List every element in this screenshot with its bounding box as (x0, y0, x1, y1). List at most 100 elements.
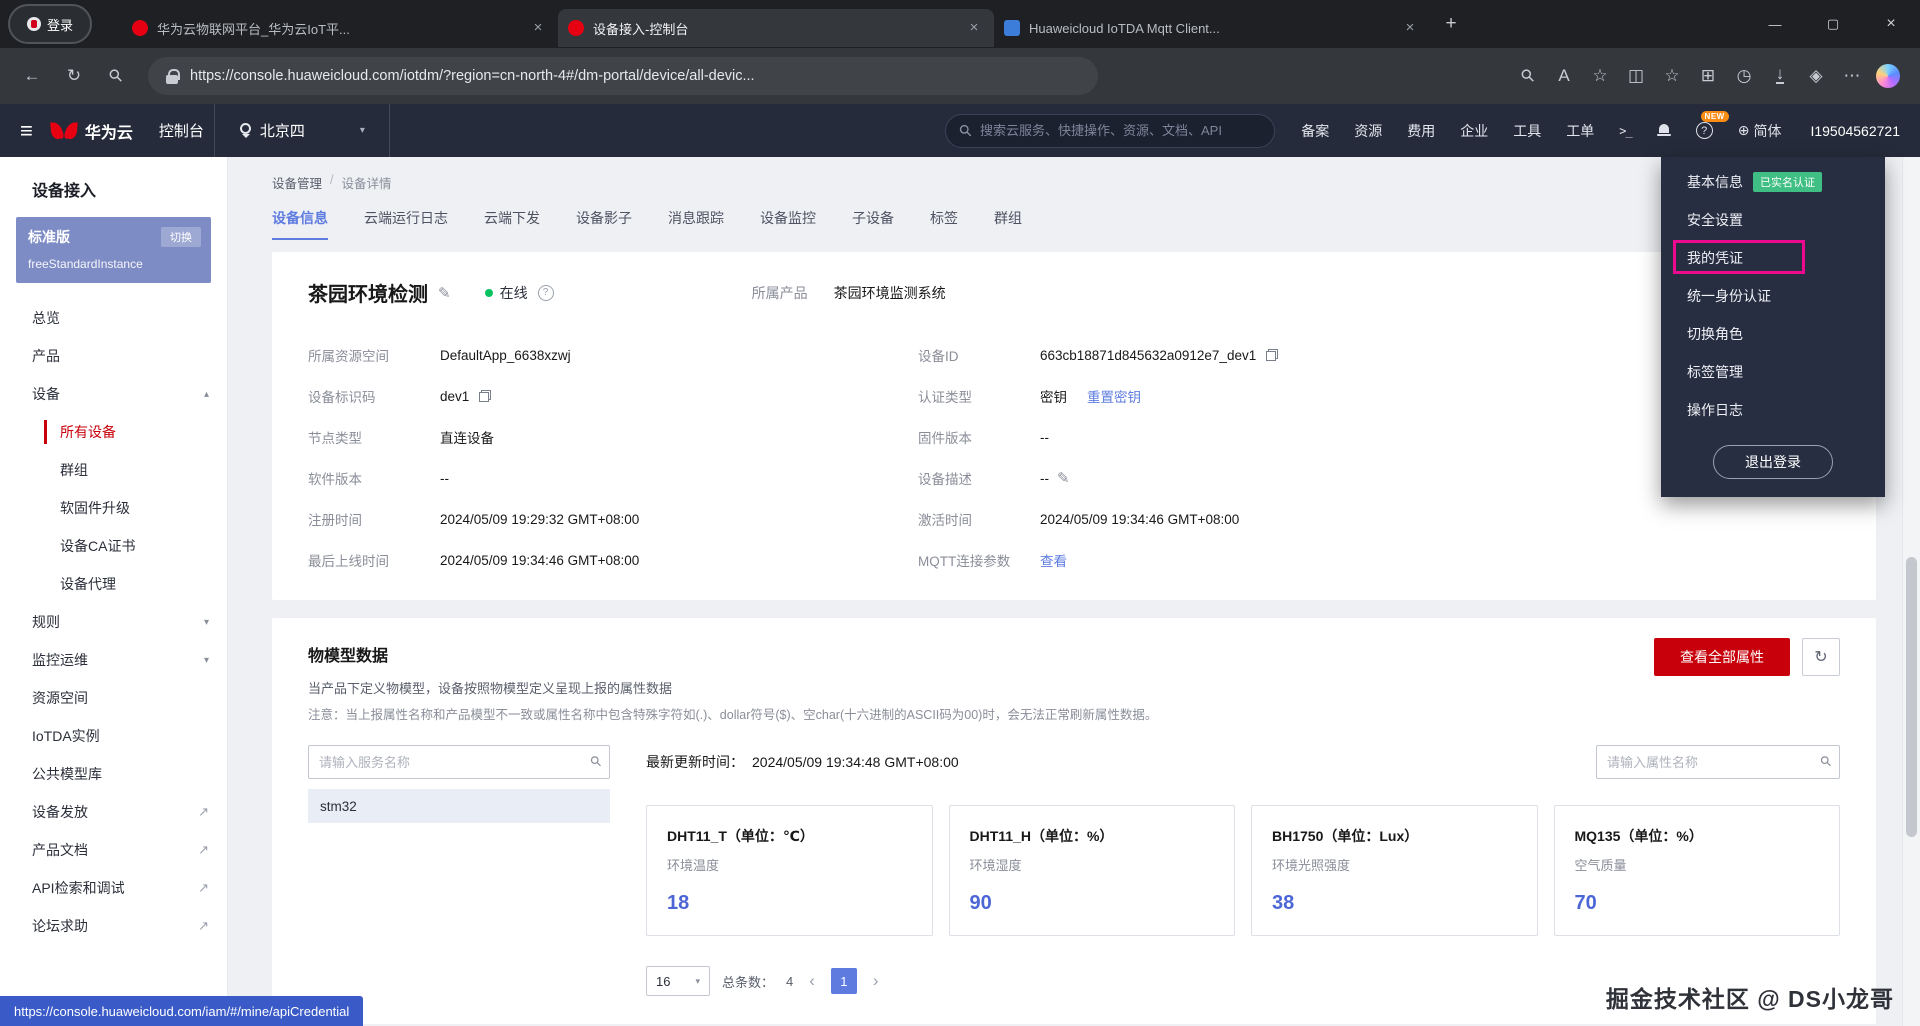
sidebar-item-all-devices[interactable]: 所有设备 (0, 413, 227, 451)
nav-beian[interactable]: 备案 (1301, 121, 1329, 141)
browser-essentials-icon[interactable]: ◈ (1798, 59, 1834, 93)
tab-close-icon[interactable]: × (1400, 18, 1420, 38)
next-page-icon[interactable]: › (869, 971, 883, 991)
menu-item-iam[interactable]: 统一身份认证 (1661, 277, 1885, 315)
property-card-dht11-h[interactable]: DHT11_H（单位：%） 环境湿度 90 (949, 805, 1236, 936)
region-selector[interactable]: 北京四 ▾ (214, 104, 390, 157)
nav-enterprise[interactable]: 企业 (1460, 121, 1488, 141)
login-widget[interactable]: 登录 (8, 4, 92, 44)
logout-button[interactable]: 退出登录 (1713, 445, 1833, 479)
url-text[interactable]: https://console.huaweicloud.com/iotdm/?r… (190, 68, 755, 84)
property-card-bh1750[interactable]: BH1750（单位：Lux） 环境光照强度 38 (1251, 805, 1538, 936)
instance-switch-button[interactable]: 切换 (161, 227, 201, 247)
nav-resources[interactable]: 资源 (1354, 121, 1382, 141)
tab-message-trace[interactable]: 消息跟踪 (668, 208, 724, 240)
service-search-input[interactable] (308, 745, 610, 779)
nav-tools[interactable]: 工具 (1513, 121, 1541, 141)
refresh-button[interactable]: ↻ (1802, 638, 1840, 676)
page-scrollbar[interactable] (1902, 157, 1920, 1026)
sidebar-item-sw-upgrade[interactable]: 软固件升级 (0, 489, 227, 527)
instance-card[interactable]: 标准版 切换 freeStandardInstance (16, 217, 211, 283)
favorites-bar-icon[interactable]: ☆ (1654, 59, 1690, 93)
product-name[interactable]: 茶园环境监测系统 (834, 283, 946, 303)
copy-icon[interactable] (479, 390, 491, 402)
edit-icon[interactable]: ✎ (438, 284, 451, 302)
edit-icon[interactable]: ✎ (1057, 469, 1070, 487)
mqtt-view-link[interactable]: 查看 (1040, 550, 1067, 570)
sidebar-item-product[interactable]: 产品 (0, 337, 227, 375)
new-tab-button[interactable]: + (1436, 9, 1466, 39)
property-card-mq135[interactable]: MQ135（单位：%） 空气质量 70 (1554, 805, 1841, 936)
console-link[interactable]: 控制台 (159, 120, 204, 141)
favorite-icon[interactable]: ☆ (1582, 59, 1618, 93)
browser-tab-2-active[interactable]: 设备接入-控制台 × (558, 9, 994, 47)
refresh-icon[interactable]: ↻ (56, 59, 92, 93)
service-item-stm32[interactable]: stm32 (308, 789, 610, 823)
sidebar-item-device[interactable]: 设备 ▴ (0, 375, 227, 413)
cli-terminal-icon[interactable]: >_ (1619, 124, 1631, 138)
tab-cloud-run-log[interactable]: 云端运行日志 (364, 208, 448, 240)
browser-tab-1[interactable]: 华为云物联网平台_华为云IoT平... × (122, 9, 558, 47)
sidebar-item-ca-cert[interactable]: 设备CA证书 (0, 527, 227, 565)
history-icon[interactable]: ◷ (1726, 59, 1762, 93)
tab-sub-devices[interactable]: 子设备 (852, 208, 894, 240)
read-aloud-icon[interactable]: A (1546, 59, 1582, 93)
sidebar-item-monitor[interactable]: 监控运维 ▾ (0, 641, 227, 679)
nav-tickets[interactable]: 工单 (1566, 121, 1594, 141)
property-card-dht11-t[interactable]: DHT11_T（单位：℃） 环境温度 18 (646, 805, 933, 936)
sidebar-item-device-proxy[interactable]: 设备代理 (0, 565, 227, 603)
zoom-icon[interactable]: ⚲ (1510, 59, 1546, 93)
settings-more-icon[interactable]: ⋯ (1834, 59, 1870, 93)
view-all-properties-button[interactable]: 查看全部属性 (1654, 638, 1790, 676)
sidebar-item-iotda-instance[interactable]: IoTDA实例 (0, 717, 227, 755)
page-size-select[interactable]: 16 ▾ (646, 966, 710, 996)
tab-cloud-delivery[interactable]: 云端下发 (484, 208, 540, 240)
scrollbar-thumb[interactable] (1906, 557, 1917, 837)
copilot-icon[interactable] (1870, 59, 1906, 93)
split-screen-icon[interactable]: ◫ (1618, 59, 1654, 93)
reset-key-link[interactable]: 重置密钥 (1087, 386, 1141, 406)
menu-item-basic-info[interactable]: 基本信息 已实名认证 (1661, 163, 1885, 201)
maximize-button[interactable]: ▢ (1804, 0, 1862, 48)
collections-icon[interactable]: ⊞ (1690, 59, 1726, 93)
sidebar-item-resource-space[interactable]: 资源空间 (0, 679, 227, 717)
prev-page-icon[interactable]: ‹ (805, 971, 819, 991)
sidebar-item-device-provision[interactable]: 设备发放 ↗ (0, 793, 227, 831)
menu-item-my-credentials[interactable]: 我的凭证 (1661, 239, 1885, 277)
brand-name[interactable]: 华为云 (85, 119, 133, 143)
address-bar[interactable]: https://console.huaweicloud.com/iotdm/?r… (148, 57, 1098, 95)
tab-tags[interactable]: 标签 (930, 208, 958, 240)
search-icon[interactable]: ⚲ (98, 59, 134, 93)
breadcrumb-parent[interactable]: 设备管理 (272, 173, 322, 192)
tab-device-shadow[interactable]: 设备影子 (576, 208, 632, 240)
console-search-input[interactable] (980, 123, 1260, 138)
tab-groups[interactable]: 群组 (994, 208, 1022, 240)
sidebar-item-rules[interactable]: 规则 ▾ (0, 603, 227, 641)
sidebar-item-model-library[interactable]: 公共模型库 (0, 755, 227, 793)
back-icon[interactable]: ← (14, 59, 50, 93)
minimize-button[interactable]: — (1746, 0, 1804, 48)
sidebar-item-forum-help[interactable]: 论坛求助 ↗ (0, 907, 227, 945)
tab-close-icon[interactable]: × (964, 18, 984, 38)
hamburger-menu-icon[interactable]: ≡ (20, 118, 33, 144)
tab-close-icon[interactable]: × (528, 18, 548, 38)
copy-icon[interactable] (1266, 349, 1278, 361)
menu-item-tag-management[interactable]: 标签管理 (1661, 353, 1885, 391)
sidebar-item-product-docs[interactable]: 产品文档 ↗ (0, 831, 227, 869)
language-switcher[interactable]: ⊕ 简体 (1738, 121, 1782, 141)
sidebar-item-groups[interactable]: 群组 (0, 451, 227, 489)
tab-device-info[interactable]: 设备信息 (272, 208, 328, 240)
page-number-1[interactable]: 1 (831, 968, 857, 994)
tab-device-monitor[interactable]: 设备监控 (760, 208, 816, 240)
console-search[interactable]: ⚲ (945, 114, 1275, 148)
notification-bell-icon[interactable] (1657, 124, 1671, 138)
account-id[interactable]: I19504562721 (1810, 123, 1900, 139)
sidebar-item-api-explorer[interactable]: API检索和调试 ↗ (0, 869, 227, 907)
nav-billing[interactable]: 费用 (1407, 121, 1435, 141)
menu-item-operation-log[interactable]: 操作日志 (1661, 391, 1885, 429)
sidebar-item-overview[interactable]: 总览 (0, 299, 227, 337)
menu-item-security-settings[interactable]: 安全设置 (1661, 201, 1885, 239)
downloads-icon[interactable]: ↓ (1762, 59, 1798, 93)
property-search-input[interactable] (1596, 745, 1840, 779)
browser-tab-3[interactable]: Huaweicloud IoTDA Mqtt Client... × (994, 9, 1430, 47)
